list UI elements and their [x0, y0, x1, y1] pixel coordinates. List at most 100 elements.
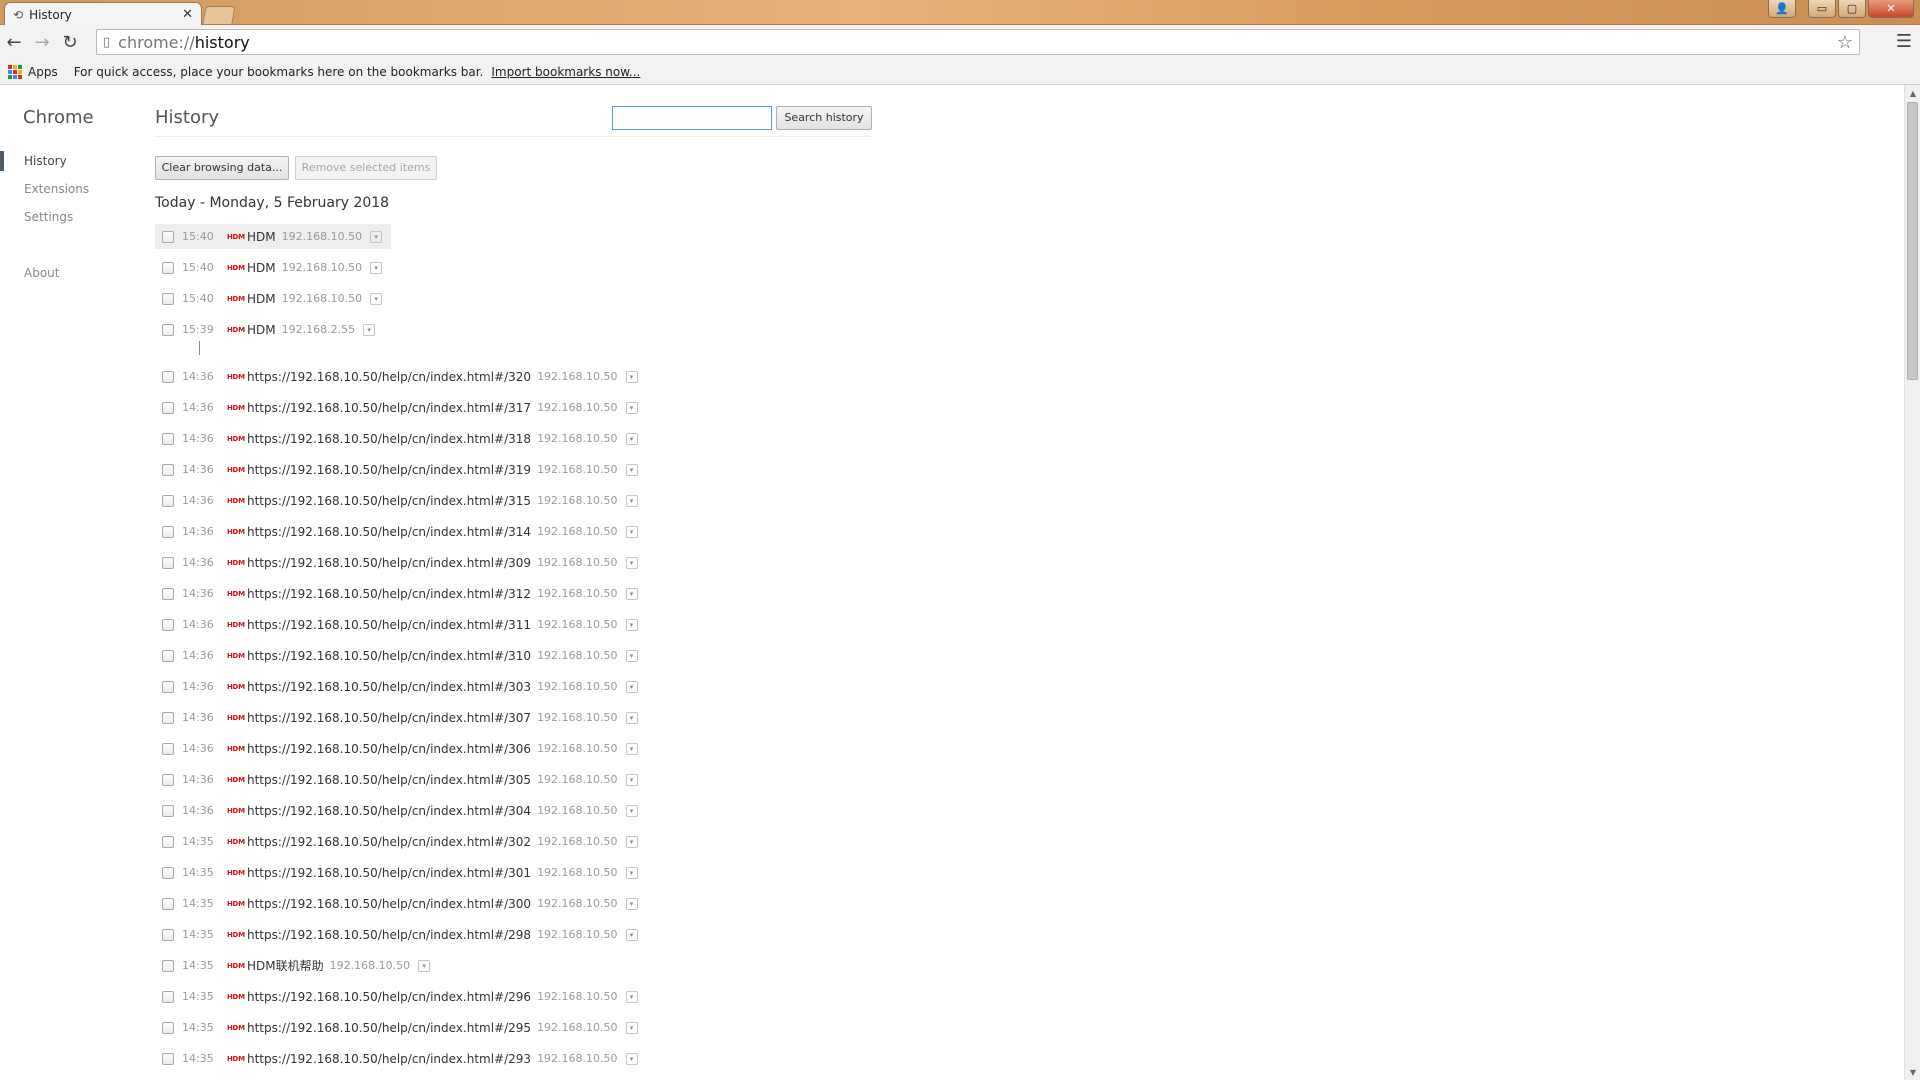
apps-label[interactable]: Apps — [28, 65, 58, 79]
entry-domain[interactable]: 192.168.10.50 — [537, 680, 617, 693]
page-scrollbar[interactable]: ▲ ▼ — [1904, 85, 1920, 1080]
search-input[interactable] — [612, 106, 772, 130]
entry-title-link[interactable]: https://192.168.10.50/help/cn/index.html… — [247, 370, 531, 384]
entry-checkbox[interactable] — [162, 618, 174, 631]
apps-grid-icon[interactable] — [8, 64, 22, 79]
entry-checkbox[interactable] — [162, 990, 174, 1003]
entry-checkbox[interactable] — [162, 463, 174, 476]
entry-menu-dropdown-icon[interactable]: ▾ — [625, 494, 638, 507]
maximize-button[interactable]: ▢ — [1838, 0, 1866, 18]
entry-title-link[interactable]: https://192.168.10.50/help/cn/index.html… — [247, 618, 531, 632]
reload-button[interactable]: ↻ — [56, 28, 84, 56]
entry-menu-dropdown-icon[interactable]: ▾ — [625, 587, 638, 600]
entry-checkbox[interactable] — [162, 897, 174, 910]
entry-menu-dropdown-icon[interactable]: ▾ — [625, 1021, 638, 1034]
entry-domain[interactable]: 192.168.10.50 — [537, 1021, 617, 1034]
entry-checkbox[interactable] — [162, 556, 174, 569]
entry-domain[interactable]: 192.168.10.50 — [282, 261, 362, 274]
entry-checkbox[interactable] — [162, 773, 174, 786]
entry-title-link[interactable]: https://192.168.10.50/help/cn/index.html… — [247, 742, 531, 756]
entry-checkbox[interactable] — [162, 370, 174, 383]
entry-title-link[interactable]: https://192.168.10.50/help/cn/index.html… — [247, 897, 531, 911]
sidebar-item-settings[interactable]: Settings — [0, 203, 140, 231]
entry-title-link[interactable]: https://192.168.10.50/help/cn/index.html… — [247, 1052, 531, 1066]
entry-title-link[interactable]: https://192.168.10.50/help/cn/index.html… — [247, 494, 531, 508]
entry-domain[interactable]: 192.168.10.50 — [537, 866, 617, 879]
entry-title-link[interactable]: https://192.168.10.50/help/cn/index.html… — [247, 866, 531, 880]
entry-domain[interactable]: 192.168.10.50 — [537, 401, 617, 414]
entry-title-link[interactable]: HDM联机帮助 — [247, 957, 324, 974]
entry-domain[interactable]: 192.168.10.50 — [537, 928, 617, 941]
scroll-up-arrow[interactable]: ▲ — [1905, 85, 1920, 101]
search-history-button[interactable]: Search history — [776, 106, 872, 130]
entry-title-link[interactable]: HDM — [247, 323, 276, 337]
entry-checkbox[interactable] — [162, 742, 174, 755]
entry-checkbox[interactable] — [162, 649, 174, 662]
scroll-thumb[interactable] — [1907, 102, 1918, 380]
entry-domain[interactable]: 192.168.10.50 — [537, 649, 617, 662]
entry-menu-dropdown-icon[interactable]: ▾ — [625, 804, 638, 817]
entry-menu-dropdown-icon[interactable]: ▾ — [625, 618, 638, 631]
entry-domain[interactable]: 192.168.10.50 — [537, 711, 617, 724]
entry-title-link[interactable]: HDM — [247, 261, 276, 275]
entry-domain[interactable]: 192.168.10.50 — [537, 773, 617, 786]
entry-title-link[interactable]: HDM — [247, 230, 276, 244]
user-icon[interactable]: 👤 — [1768, 0, 1796, 18]
scroll-down-arrow[interactable]: ▼ — [1905, 1064, 1920, 1080]
entry-domain[interactable]: 192.168.10.50 — [537, 587, 617, 600]
forward-button[interactable]: → — [28, 28, 56, 56]
entry-domain[interactable]: 192.168.10.50 — [537, 525, 617, 538]
entry-domain[interactable]: 192.168.10.50 — [537, 1052, 617, 1065]
entry-menu-dropdown-icon[interactable]: ▾ — [363, 323, 376, 336]
entry-checkbox[interactable] — [162, 432, 174, 445]
entry-domain[interactable]: 192.168.10.50 — [537, 618, 617, 631]
entry-domain[interactable]: 192.168.10.50 — [537, 370, 617, 383]
entry-domain[interactable]: 192.168.10.50 — [537, 494, 617, 507]
entry-domain[interactable]: 192.168.10.50 — [537, 835, 617, 848]
entry-menu-dropdown-icon[interactable]: ▾ — [625, 401, 638, 414]
entry-menu-dropdown-icon[interactable]: ▾ — [625, 556, 638, 569]
tab-history[interactable]: ⟲ History ✕ — [4, 2, 202, 26]
entry-menu-dropdown-icon[interactable]: ▾ — [625, 525, 638, 538]
entry-checkbox[interactable] — [162, 1021, 174, 1034]
entry-menu-dropdown-icon[interactable]: ▾ — [625, 773, 638, 786]
entry-checkbox[interactable] — [162, 525, 174, 538]
entry-title-link[interactable]: https://192.168.10.50/help/cn/index.html… — [247, 525, 531, 539]
entry-checkbox[interactable] — [162, 928, 174, 941]
entry-domain[interactable]: 192.168.10.50 — [537, 556, 617, 569]
entry-title-link[interactable]: https://192.168.10.50/help/cn/index.html… — [247, 649, 531, 663]
entry-checkbox[interactable] — [162, 680, 174, 693]
new-tab-button[interactable] — [202, 6, 236, 24]
entry-checkbox[interactable] — [162, 959, 174, 972]
entry-title-link[interactable]: https://192.168.10.50/help/cn/index.html… — [247, 432, 531, 446]
entry-menu-dropdown-icon[interactable]: ▾ — [370, 230, 383, 243]
entry-menu-dropdown-icon[interactable]: ▾ — [625, 711, 638, 724]
entry-menu-dropdown-icon[interactable]: ▾ — [418, 959, 431, 972]
entry-menu-dropdown-icon[interactable]: ▾ — [625, 835, 638, 848]
sidebar-item-extensions[interactable]: Extensions — [0, 175, 140, 203]
import-bookmarks-link[interactable]: Import bookmarks now... — [491, 65, 640, 79]
bookmark-star-icon[interactable]: ☆ — [1837, 32, 1853, 53]
tab-close-icon[interactable]: ✕ — [182, 7, 193, 22]
entry-domain[interactable]: 192.168.10.50 — [537, 742, 617, 755]
sidebar-item-history[interactable]: History — [0, 147, 140, 175]
entry-title-link[interactable]: https://192.168.10.50/help/cn/index.html… — [247, 463, 531, 477]
entry-menu-dropdown-icon[interactable]: ▾ — [625, 680, 638, 693]
entry-domain[interactable]: 192.168.2.55 — [282, 323, 355, 336]
entry-domain[interactable]: 192.168.10.50 — [537, 804, 617, 817]
entry-checkbox[interactable] — [162, 835, 174, 848]
close-window-button[interactable]: ✕ — [1868, 0, 1914, 18]
entry-title-link[interactable]: https://192.168.10.50/help/cn/index.html… — [247, 990, 531, 1004]
entry-menu-dropdown-icon[interactable]: ▾ — [625, 432, 638, 445]
back-button[interactable]: ← — [0, 28, 28, 56]
entry-title-link[interactable]: https://192.168.10.50/help/cn/index.html… — [247, 835, 531, 849]
entry-title-link[interactable]: https://192.168.10.50/help/cn/index.html… — [247, 587, 531, 601]
address-bar[interactable]: ▯ chrome://history ☆ — [96, 29, 1860, 55]
entry-menu-dropdown-icon[interactable]: ▾ — [625, 463, 638, 476]
entry-menu-dropdown-icon[interactable]: ▾ — [625, 897, 638, 910]
entry-domain[interactable]: 192.168.10.50 — [537, 432, 617, 445]
entry-menu-dropdown-icon[interactable]: ▾ — [370, 261, 383, 274]
entry-checkbox[interactable] — [162, 1052, 174, 1065]
entry-domain[interactable]: 192.168.10.50 — [282, 292, 362, 305]
entry-title-link[interactable]: https://192.168.10.50/help/cn/index.html… — [247, 804, 531, 818]
